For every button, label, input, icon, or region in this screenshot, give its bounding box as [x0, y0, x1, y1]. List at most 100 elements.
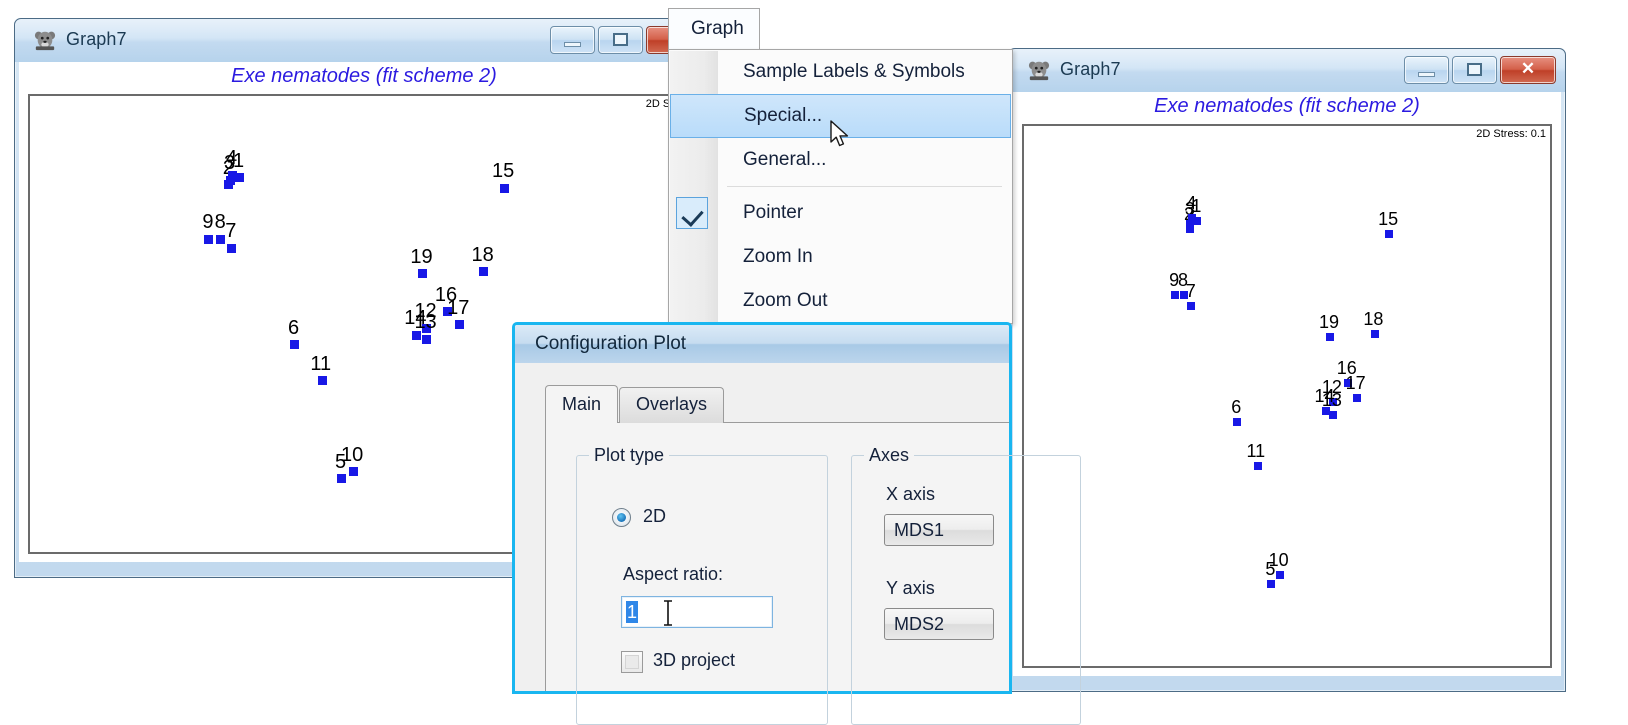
data-point[interactable] — [1170, 291, 1179, 300]
text-caret-icon — [664, 600, 672, 626]
point-label: 19 — [410, 245, 433, 268]
plot-type-group-label: Plot type — [589, 445, 670, 466]
point-label: 11 — [310, 352, 332, 375]
point-label: 18 — [471, 243, 494, 266]
data-point[interactable] — [348, 467, 358, 477]
stress-annotation: 2D Stress: 0.1 — [1476, 128, 1546, 140]
plot-type-group: Plot type 2D Aspect ratio: 1 3D project — [576, 445, 828, 725]
dialog-tab-page-main: Plot type 2D Aspect ratio: 1 3D project … — [545, 422, 1081, 725]
radio-2d-label: 2D — [643, 506, 667, 526]
radio-2d[interactable] — [612, 508, 631, 527]
data-point[interactable] — [204, 234, 214, 244]
dialog-title-label: Configuration Plot — [535, 333, 687, 354]
y-axis-select[interactable]: MDS2 — [884, 608, 994, 640]
data-point[interactable] — [1329, 411, 1338, 420]
point-label: 11 — [1246, 440, 1266, 461]
point-label: 10 — [341, 443, 364, 466]
data-point[interactable] — [454, 320, 464, 330]
menu-item-label: Zoom Out — [743, 290, 828, 311]
scatter-plot-canvas[interactable]: 2D Stress: 0.1 1234567891011121314151617… — [1022, 124, 1552, 668]
point-label: 8 — [214, 211, 226, 234]
koala-app-icon — [34, 31, 56, 51]
menu-separator — [727, 186, 1002, 187]
data-point[interactable] — [1321, 407, 1330, 416]
point-label: 14 — [404, 307, 427, 330]
data-point[interactable] — [227, 170, 237, 180]
point-label: 7 — [225, 220, 237, 243]
data-point[interactable] — [336, 474, 346, 484]
menu-item-label: Sample Labels & Symbols — [743, 61, 965, 82]
plot-title: Exe nematodes (fit scheme 2) — [231, 65, 497, 87]
point-label: 15 — [1378, 208, 1399, 229]
point-label: 15 — [491, 160, 515, 183]
title-bar[interactable]: Graph7 ✕ — [1008, 48, 1566, 92]
minimize-button[interactable] — [1404, 56, 1449, 84]
point-label: 19 — [1318, 311, 1339, 332]
tab-overlays-label: Overlays — [636, 394, 708, 414]
axes-group-label: Axes — [864, 445, 915, 466]
aspect-ratio-input[interactable]: 1 — [621, 596, 773, 628]
data-point[interactable] — [1232, 418, 1241, 427]
data-point[interactable] — [318, 376, 328, 386]
data-point[interactable] — [1385, 229, 1394, 238]
tab-overlays[interactable]: Overlays — [619, 387, 725, 423]
data-point[interactable] — [418, 269, 428, 279]
menu-tab-graph[interactable]: Graph — [668, 8, 760, 50]
menu-item-sample-labels-symbols[interactable]: Sample Labels & Symbols — [669, 50, 1012, 94]
x-axis-select[interactable]: MDS1 — [884, 514, 994, 546]
menu-item-pointer[interactable]: Pointer — [669, 191, 1012, 235]
menu-dropdown-panel[interactable]: Sample Labels & Symbols Special... General… — [668, 49, 1013, 324]
data-point[interactable] — [479, 267, 489, 277]
minimize-icon — [1418, 72, 1435, 77]
checkbox-3d-project[interactable] — [621, 651, 643, 673]
maximize-button[interactable] — [1452, 56, 1497, 84]
window-title: Graph7 — [66, 29, 127, 49]
point-label: 10 — [1268, 550, 1289, 571]
data-point[interactable] — [412, 330, 422, 340]
close-icon: ✕ — [1520, 59, 1536, 78]
configuration-plot-dialog[interactable]: Configuration Plot Main Overlays Plot ty… — [512, 322, 1081, 725]
x-axis-label: X axis — [886, 484, 936, 504]
data-point[interactable] — [1326, 332, 1335, 341]
point-label: 9 — [1169, 270, 1180, 291]
menu-item-label: Zoom In — [743, 246, 813, 267]
mouse-cursor-icon — [830, 120, 849, 147]
data-point[interactable] — [1275, 571, 1284, 580]
y-axis-label: Y axis — [886, 578, 935, 598]
point-label: 17 — [1345, 372, 1366, 393]
data-point[interactable] — [499, 183, 509, 193]
point-label: 4 — [226, 147, 238, 170]
point-label: 9 — [202, 211, 214, 234]
menu-item-label: Special... — [744, 105, 823, 126]
data-point[interactable] — [1352, 393, 1361, 402]
data-point[interactable] — [216, 234, 226, 244]
menu-item-label: Pointer — [743, 202, 804, 223]
data-point[interactable] — [1266, 580, 1275, 589]
point-label: 6 — [1231, 397, 1242, 418]
data-point[interactable] — [1187, 301, 1196, 310]
title-bar[interactable]: Graph7 ✕ — [14, 18, 714, 62]
data-point[interactable] — [1370, 330, 1379, 339]
checkmark-icon — [676, 197, 708, 229]
aspect-ratio-label: Aspect ratio: — [623, 564, 724, 584]
dialog-client-area: Main Overlays Plot type 2D Aspect ratio:… — [515, 363, 1081, 725]
data-point[interactable] — [226, 243, 236, 253]
close-button[interactable]: ✕ — [1500, 56, 1556, 84]
data-point[interactable] — [1253, 461, 1262, 470]
maximize-button[interactable] — [598, 26, 643, 54]
menu-item-zoom-out[interactable]: Zoom Out — [669, 279, 1012, 323]
data-point[interactable] — [1187, 213, 1196, 222]
window-controls: ✕ — [1404, 56, 1556, 84]
menu-tab-label: Graph — [691, 18, 744, 39]
tab-main[interactable]: Main — [545, 385, 619, 423]
graph-window-right[interactable]: Graph7 ✕ Exe nematodes (fit scheme 2) 2D… — [1008, 48, 1566, 692]
menu-item-zoom-in[interactable]: Zoom In — [669, 235, 1012, 279]
data-point[interactable] — [289, 340, 299, 350]
data-point[interactable] — [422, 334, 432, 344]
minimize-button[interactable] — [550, 26, 595, 54]
dialog-title-bar[interactable]: Configuration Plot — [515, 325, 1009, 363]
point-label: 18 — [1363, 309, 1384, 330]
data-point[interactable] — [1179, 291, 1188, 300]
point-label: 4 — [1186, 192, 1197, 213]
maximize-icon — [1467, 63, 1482, 76]
